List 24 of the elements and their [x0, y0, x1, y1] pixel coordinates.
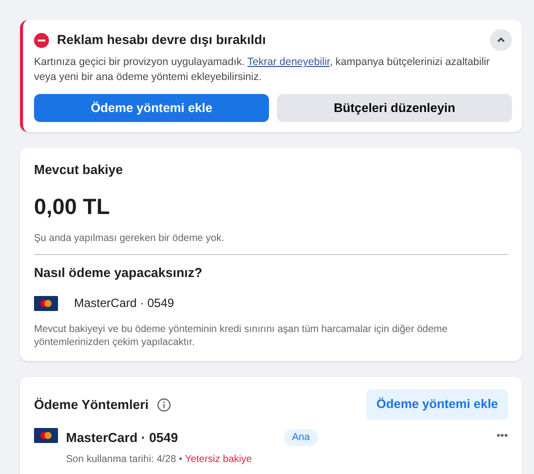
- balance-note: Şu anda yapılması gereken bir ödeme yok.: [34, 232, 226, 246]
- balance-amount: 0,00 TL: [34, 192, 111, 221]
- primary-badge: Ana: [284, 429, 318, 446]
- section-title: Ödeme Yöntemleri: [34, 396, 149, 414]
- alert-message: Kartınıza geçici bir provizyon uygulayamadık. Tekrar deneyebilir, kampanya bütçelerinizi azaltabilir veya yeni bir ana ödeme yöntemi ekleyebilirsiniz.: [34, 55, 491, 86]
- card-label: MasterCard · 0549: [74, 295, 174, 312]
- warning-text: Yetersiz bakiye: [184, 454, 252, 465]
- alert-title: Reklam hesabı devre dışı bırakıldı: [57, 31, 267, 50]
- edit-budgets-button[interactable]: Bütçeleri düzenleyin: [277, 94, 512, 122]
- question-title: Nasıl ödeme yapacaksınız?: [34, 264, 204, 282]
- expiry-text: Son kullanma tarihi: 4/28 •: [66, 454, 184, 465]
- info-icon[interactable]: [156, 398, 171, 412]
- add-payment-button[interactable]: Ödeme yöntemi ekle: [366, 389, 508, 420]
- mastercard-icon: [34, 428, 58, 444]
- collapse-button[interactable]: [490, 29, 512, 51]
- info-text: Mevcut bakiyeyi ve bu ödeme yönteminin kredi sınırını aşan tüm harcamalar için diğer ödeme yöntemlerinizden çekim yapılacaktır.: [34, 324, 449, 350]
- chevron-icon: [496, 35, 506, 45]
- section-title: Mevcut bakiye: [34, 161, 124, 180]
- error-icon: [34, 32, 49, 48]
- card-name: MasterCard · 0549: [66, 429, 178, 448]
- add-payment-button[interactable]: Ödeme yöntemi ekle: [34, 94, 269, 122]
- more-button[interactable]: •••: [496, 428, 508, 445]
- mastercard-icon: [34, 296, 58, 311]
- retry-link[interactable]: Tekrar deneyebilir: [247, 56, 330, 68]
